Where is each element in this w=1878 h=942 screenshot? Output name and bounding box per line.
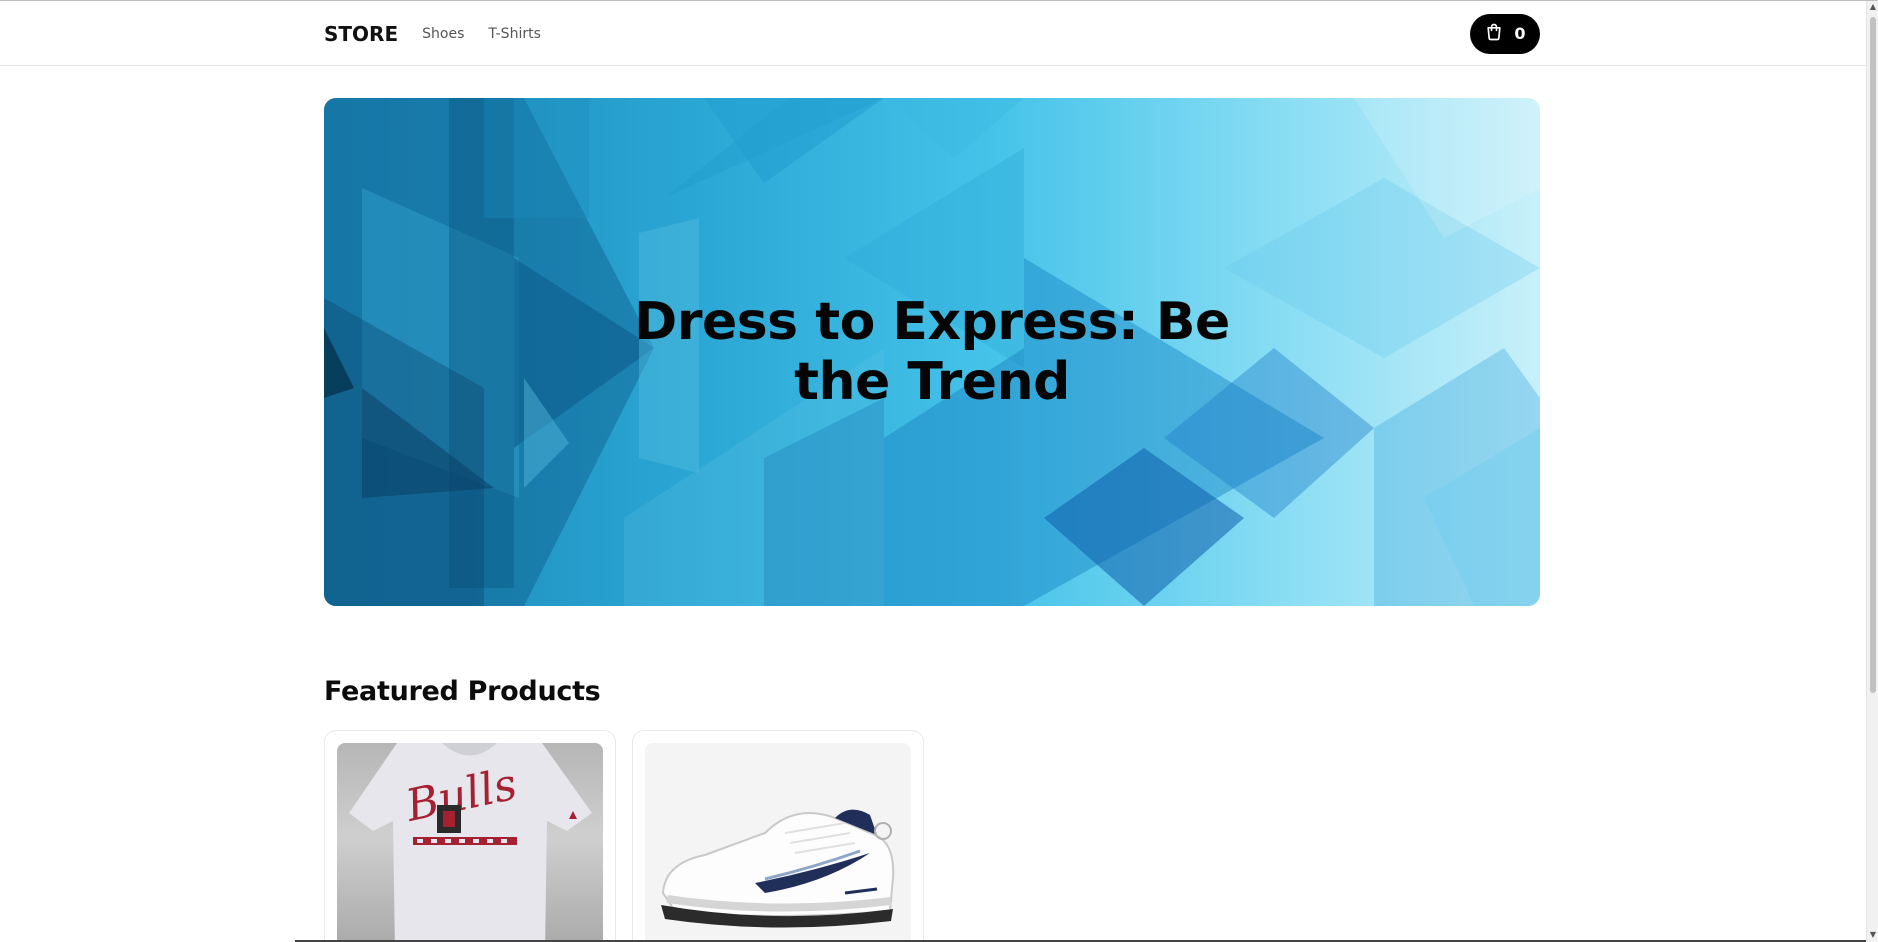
product-image-white-sneaker bbox=[645, 743, 911, 942]
hero-title: Dress to Express: Be the Trend bbox=[634, 292, 1230, 412]
hero-title-container: Dress to Express: Be the Trend bbox=[324, 98, 1540, 606]
header-container: STORE Shoes T-Shirts 0 bbox=[324, 1, 1540, 66]
vertical-scrollbar[interactable]: ▲ ▼ bbox=[1866, 1, 1878, 942]
hero-billboard: Dress to Express: Be the Trend bbox=[324, 98, 1540, 606]
featured-products-title: Featured Products bbox=[324, 676, 601, 707]
product-grid: Bulls bbox=[324, 730, 924, 942]
product-image-bulls-tshirt: Bulls bbox=[337, 743, 603, 942]
shopping-bag-icon bbox=[1484, 22, 1504, 45]
store-logo[interactable]: STORE bbox=[324, 22, 398, 46]
page: STORE Shoes T-Shirts 0 Dress to Express:… bbox=[0, 0, 1878, 942]
nav-link-t-shirts[interactable]: T-Shirts bbox=[488, 26, 541, 42]
product-card-shoe[interactable] bbox=[632, 730, 924, 942]
scroll-down-icon[interactable]: ▼ bbox=[1869, 931, 1877, 939]
product-card-tshirt[interactable]: Bulls bbox=[324, 730, 616, 942]
site-header: STORE Shoes T-Shirts 0 bbox=[0, 1, 1866, 66]
cart-count: 0 bbox=[1514, 24, 1526, 43]
cart-button[interactable]: 0 bbox=[1470, 13, 1540, 54]
main-nav: Shoes T-Shirts bbox=[422, 26, 541, 42]
scroll-up-icon[interactable]: ▲ bbox=[1869, 3, 1877, 11]
scrollbar-thumb[interactable] bbox=[1870, 17, 1876, 693]
nav-link-shoes[interactable]: Shoes bbox=[422, 26, 464, 42]
